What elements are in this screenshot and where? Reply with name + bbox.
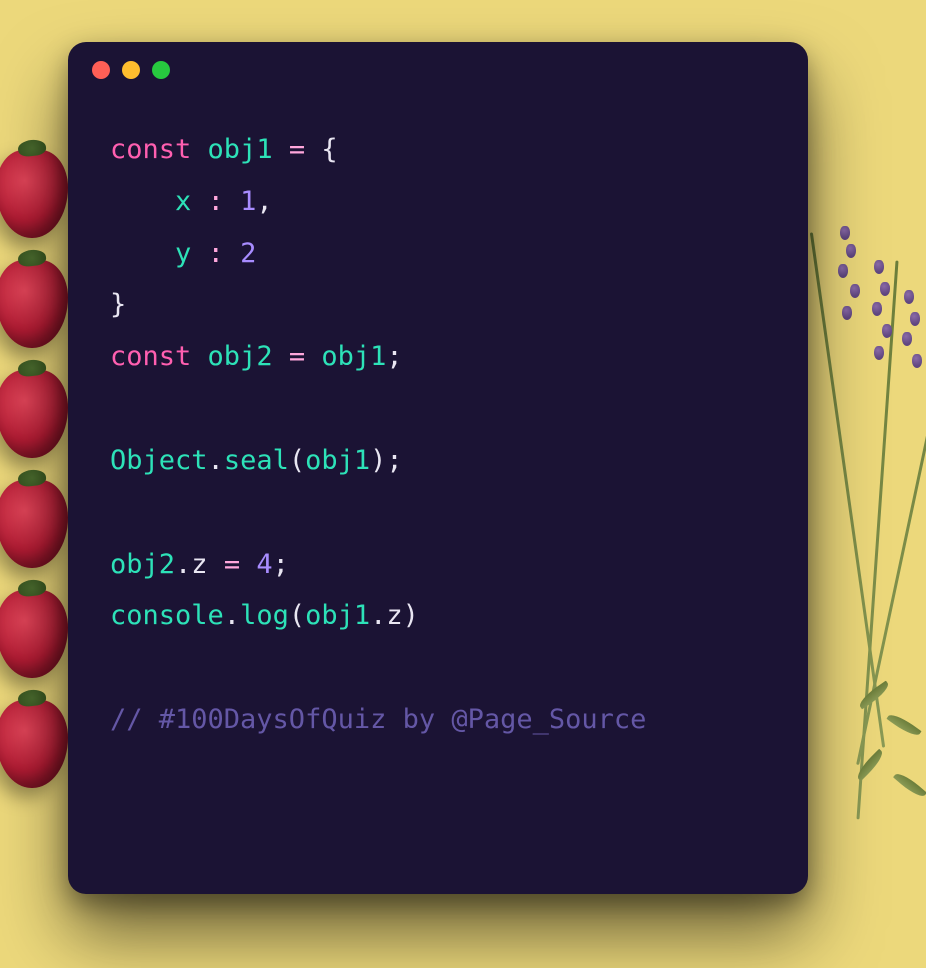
comma: , <box>256 186 272 217</box>
minimize-icon[interactable] <box>122 61 140 79</box>
semicolon: ; <box>386 445 402 476</box>
property-z: z <box>386 600 402 631</box>
semicolon: ; <box>273 549 289 580</box>
code-line: } <box>110 289 126 320</box>
code-block: const obj1 = { x : 1, y : 2 } const obj2… <box>68 98 808 776</box>
code-line-blank <box>110 497 126 528</box>
window-titlebar <box>68 42 808 98</box>
property-y: y <box>175 238 191 269</box>
method-seal: seal <box>224 445 289 476</box>
property-x: x <box>175 186 191 217</box>
identifier-obj1: obj1 <box>208 134 273 165</box>
brace-close: } <box>110 289 126 320</box>
raspberry-decoration <box>0 480 68 568</box>
raspberry-decoration <box>0 260 68 348</box>
colon: : <box>208 186 224 217</box>
paren-open: ( <box>289 445 305 476</box>
keyword-const: const <box>110 341 191 372</box>
dot: . <box>224 600 240 631</box>
identifier-obj1: obj1 <box>305 445 370 476</box>
operator-equals: = <box>224 549 240 580</box>
dot: . <box>175 549 191 580</box>
brace-open: { <box>321 134 337 165</box>
identifier-obj1: obj1 <box>321 341 386 372</box>
colon: : <box>208 238 224 269</box>
identifier-object: Object <box>110 445 208 476</box>
raspberry-decoration <box>0 700 68 788</box>
code-line: const obj1 = { <box>110 134 338 165</box>
raspberry-decoration <box>0 150 68 238</box>
operator-equals: = <box>289 341 305 372</box>
close-icon[interactable] <box>92 61 110 79</box>
identifier-obj2: obj2 <box>208 341 273 372</box>
number-literal: 4 <box>256 549 272 580</box>
number-literal: 1 <box>240 186 256 217</box>
keyword-const: const <box>110 134 191 165</box>
raspberry-decoration <box>0 590 68 678</box>
property-z: z <box>191 549 207 580</box>
raspberry-decoration <box>0 370 68 458</box>
lavender-decoration <box>816 220 926 870</box>
code-line: obj2.z = 4; <box>110 549 289 580</box>
code-window: const obj1 = { x : 1, y : 2 } const obj2… <box>68 42 808 894</box>
code-line-blank <box>110 652 126 683</box>
semicolon: ; <box>386 341 402 372</box>
maximize-icon[interactable] <box>152 61 170 79</box>
code-line: console.log(obj1.z) <box>110 600 419 631</box>
identifier-console: console <box>110 600 224 631</box>
code-line: const obj2 = obj1; <box>110 341 403 372</box>
code-line: x : 1, <box>110 186 273 217</box>
dot: . <box>370 600 386 631</box>
code-line: Object.seal(obj1); <box>110 445 403 476</box>
paren-close: ) <box>403 600 419 631</box>
code-line-blank <box>110 393 126 424</box>
operator-equals: = <box>289 134 305 165</box>
identifier-obj1: obj1 <box>305 600 370 631</box>
code-line: y : 2 <box>110 238 256 269</box>
paren-open: ( <box>289 600 305 631</box>
dot: . <box>208 445 224 476</box>
number-literal: 2 <box>240 238 256 269</box>
identifier-obj2: obj2 <box>110 549 175 580</box>
paren-close: ) <box>370 445 386 476</box>
code-comment: // #100DaysOfQuiz by @Page_Source <box>110 704 646 735</box>
method-log: log <box>240 600 289 631</box>
